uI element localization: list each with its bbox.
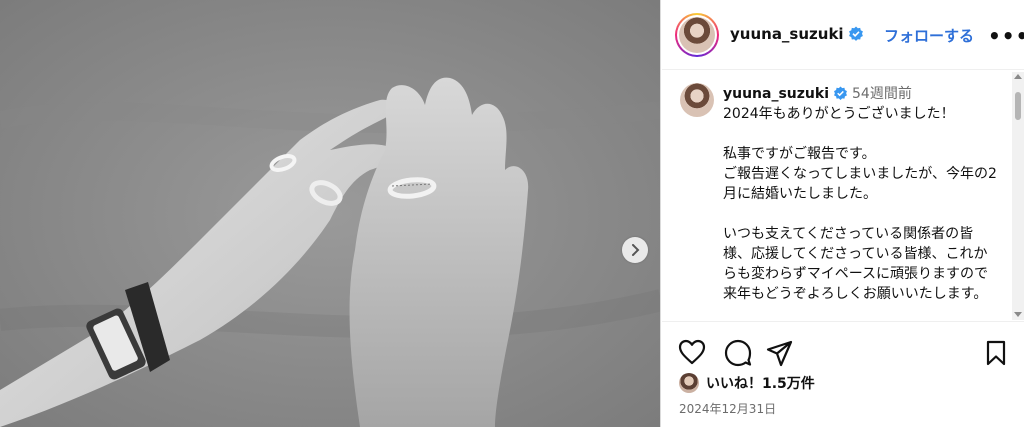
caption-header: yuuna_suzuki 54週間前 <box>723 83 912 103</box>
likes-count[interactable]: いいね！1.5万件 <box>706 373 815 393</box>
liker-avatar[interactable] <box>679 373 699 393</box>
header-username-text[interactable]: yuuna_suzuki <box>730 25 844 43</box>
scroll-down-arrow-icon[interactable] <box>1014 312 1022 317</box>
post-header: yuuna_suzuki フォローする ••• <box>662 0 1024 70</box>
caption-timestamp[interactable]: 54週間前 <box>852 86 912 102</box>
caption-avatar[interactable] <box>680 83 714 117</box>
likes-row[interactable]: いいね！1.5万件 <box>679 373 815 393</box>
more-options-icon[interactable]: ••• <box>988 24 1024 48</box>
scroll-up-arrow-icon[interactable] <box>1014 74 1022 79</box>
post-media[interactable] <box>0 0 661 427</box>
caption-text: 2024年もありがとうございました！ 私事ですがご報告です。 ご報告遅くなってし… <box>723 106 997 302</box>
caption-username[interactable]: yuuna_suzuki <box>723 86 829 102</box>
verified-badge-icon <box>834 86 847 100</box>
heart-icon[interactable] <box>678 339 706 365</box>
header-username[interactable]: yuuna_suzuki <box>730 25 864 43</box>
next-image-button[interactable] <box>622 237 648 263</box>
follow-button[interactable]: フォローする <box>884 25 974 46</box>
verified-badge-icon <box>848 26 863 41</box>
avatar[interactable] <box>675 13 719 57</box>
post-photo <box>0 0 660 427</box>
share-icon[interactable] <box>766 339 794 367</box>
post-date[interactable]: 2024年12月31日 <box>679 400 776 417</box>
bookmark-icon[interactable] <box>984 339 1008 367</box>
post-actions: いいね！1.5万件 2024年12月31日 <box>662 321 1024 427</box>
scroll-thumb[interactable] <box>1015 92 1021 120</box>
comment-icon[interactable] <box>724 339 752 367</box>
chevron-right-icon <box>632 244 640 256</box>
post-sidebar: yuuna_suzuki フォローする ••• yuuna_suzuki 54週… <box>662 0 1024 427</box>
caption-section: yuuna_suzuki 54週間前 2024年もありがとうございました！ 私事… <box>662 71 1024 321</box>
caption-scrollbar[interactable] <box>1012 72 1024 320</box>
